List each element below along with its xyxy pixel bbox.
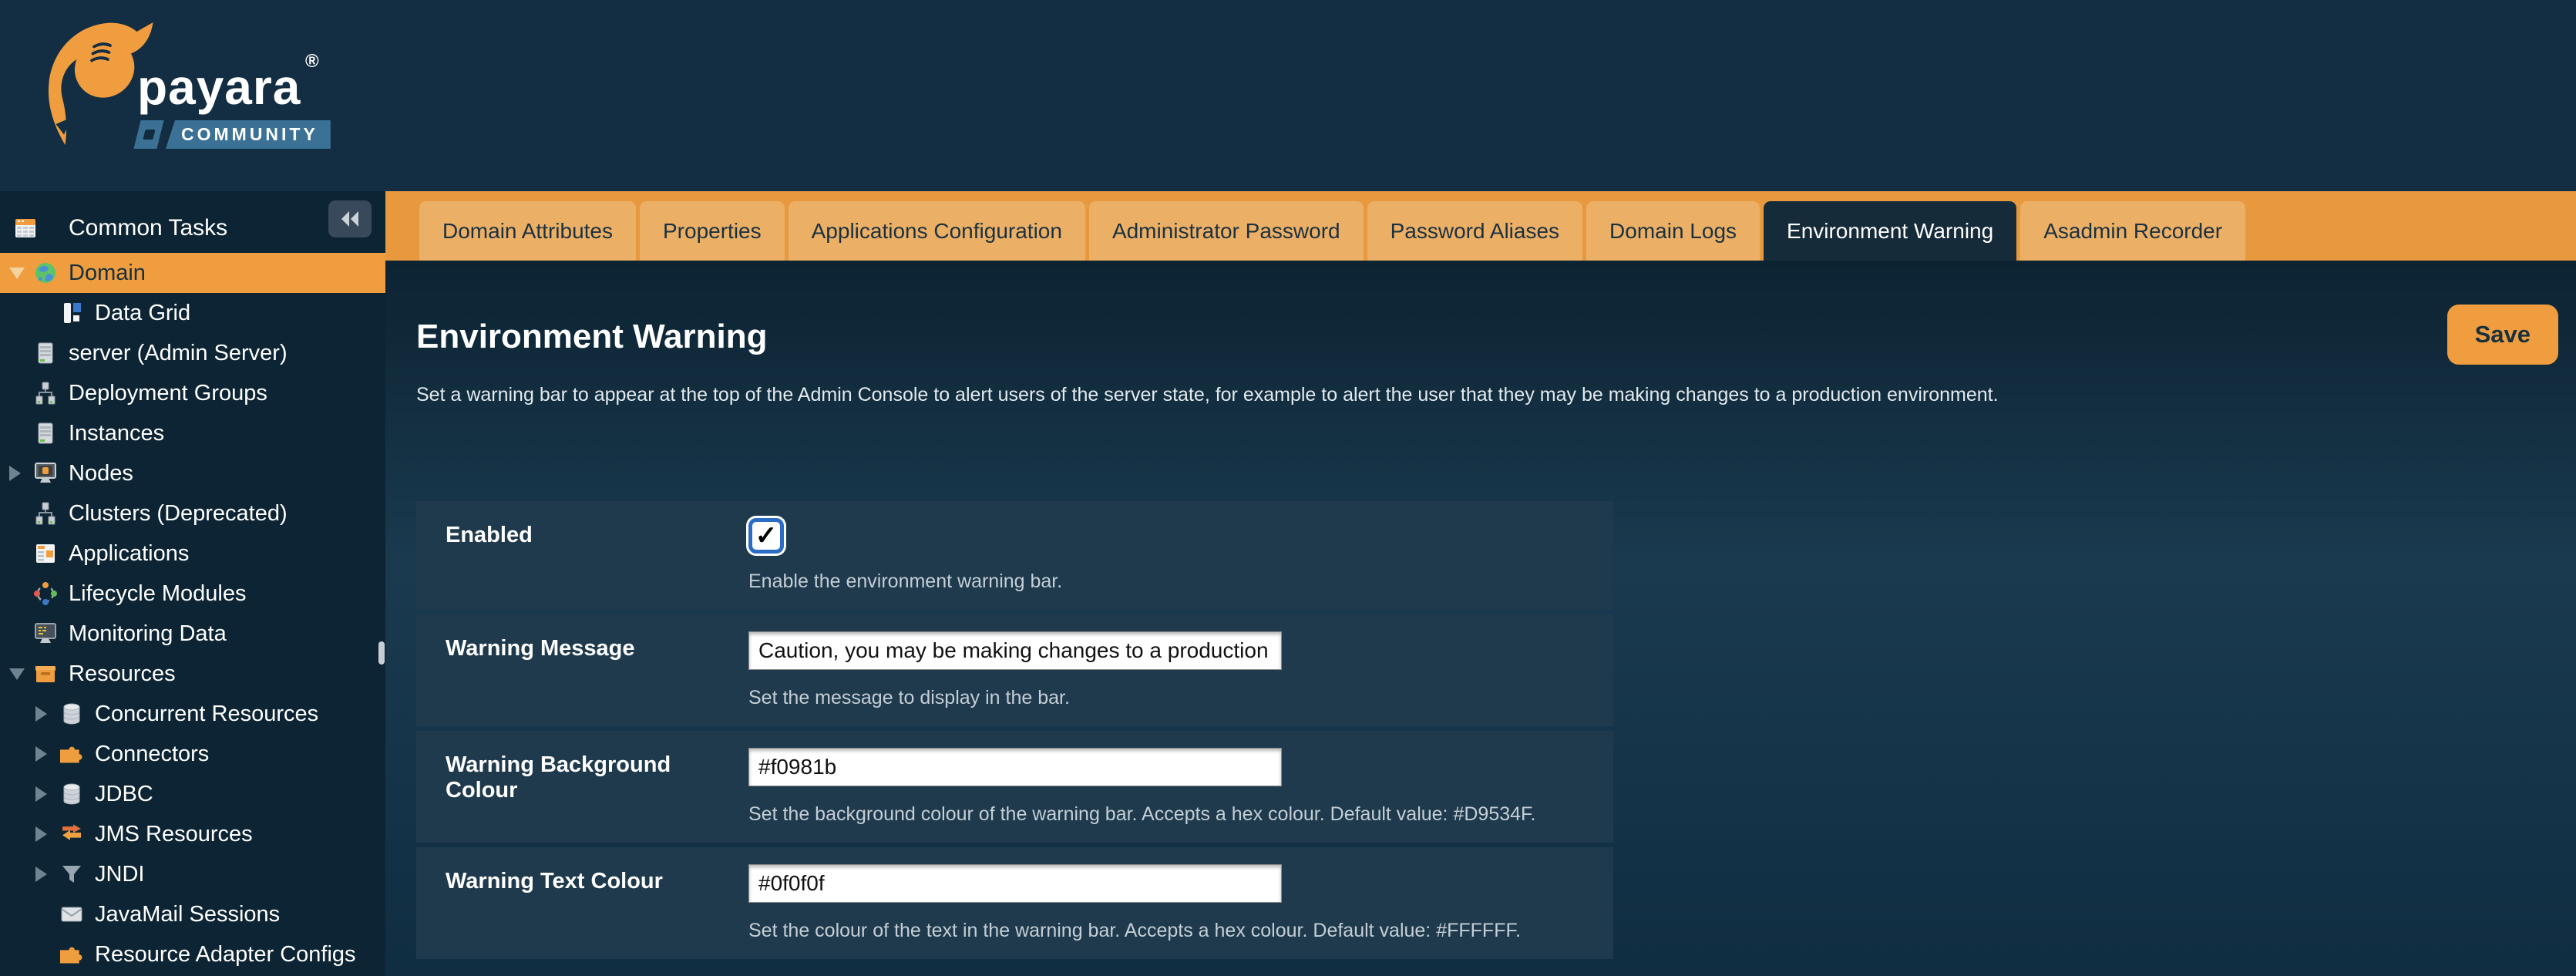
server-icon: [38, 342, 53, 364]
sidebar-item-connectors[interactable]: Connectors: [0, 734, 385, 774]
cluster-icon: [35, 502, 55, 525]
sidebar-item-deployment-groups[interactable]: Deployment Groups: [0, 373, 385, 413]
database-icon: [63, 783, 80, 805]
sidebar-item-applications[interactable]: Applications: [0, 533, 385, 574]
mail-envelope-icon: [61, 907, 82, 922]
sidebar-item-jdbc[interactable]: JDBC: [0, 774, 385, 814]
database-icon: [63, 703, 80, 725]
warning-background-colour-input[interactable]: [748, 748, 1282, 786]
tab-domain-logs[interactable]: Domain Logs: [1586, 201, 1760, 261]
sidebar-item-resource-adapter-configs[interactable]: Resource Adapter Configs: [0, 934, 385, 974]
payara-logo: payara ® COMMUNITY: [39, 8, 331, 162]
sidebar-item-data-grid[interactable]: Data Grid: [0, 293, 385, 333]
sidebar-item-monitoring-data[interactable]: Monitoring Data: [0, 614, 385, 654]
tab-password-aliases[interactable]: Password Aliases: [1367, 201, 1583, 261]
sidebar-item-nodes[interactable]: Nodes: [0, 453, 385, 493]
sidebar-header-label: Common Tasks: [69, 215, 228, 241]
form-row-warning-background-colour: Warning Background Colour Set the backgr…: [416, 731, 1613, 843]
enabled-checkbox[interactable]: ✓: [748, 518, 784, 554]
sidebar-item-common-tasks[interactable]: Common Tasks: [0, 207, 385, 250]
warning-background-colour-label: Warning Background Colour: [446, 752, 671, 803]
tab-domain-attributes[interactable]: Domain Attributes: [419, 201, 636, 261]
navigation-tree: Domain Data Grid server (Admin Server) D…: [0, 253, 385, 974]
expander-right-icon[interactable]: [35, 706, 57, 722]
expander-right-icon[interactable]: [35, 826, 57, 842]
sidebar-collapse-button[interactable]: [328, 200, 372, 237]
save-button[interactable]: Save: [2447, 305, 2558, 365]
applications-icon: [36, 544, 55, 563]
domain-tab-bar: Domain Attributes Properties Application…: [385, 191, 2576, 261]
page-description: Set a warning bar to appear at the top o…: [416, 384, 1999, 406]
enabled-help-text: Enable the environment warning bar.: [748, 570, 1063, 592]
page-title: Environment Warning: [416, 318, 768, 355]
globe-icon: [35, 263, 55, 283]
lifecycle-icon: [34, 582, 57, 605]
sidebar-item-concurrent-resources[interactable]: Concurrent Resources: [0, 694, 385, 734]
environment-warning-form: Enabled ✓ Enable the environment warning…: [416, 501, 1613, 964]
connector-puzzle-icon: [60, 746, 82, 763]
navigation-sidebar: Common Tasks Domain Data Grid server (Ad…: [0, 191, 385, 976]
filter-funnel-icon: [62, 866, 81, 883]
tab-asadmin-recorder[interactable]: Asadmin Recorder: [2020, 201, 2246, 261]
expander-right-icon[interactable]: [35, 746, 57, 762]
warning-text-colour-help-text: Set the colour of the text in the warnin…: [748, 920, 1521, 941]
sidebar-item-domain[interactable]: Domain: [0, 253, 385, 293]
data-grid-icon: [64, 303, 81, 323]
expander-right-icon[interactable]: [9, 466, 31, 481]
sidebar-item-clusters-deprecated[interactable]: Clusters (Deprecated): [0, 493, 385, 533]
double-chevron-left-icon: [341, 211, 358, 227]
warning-message-help-text: Set the message to display in the bar.: [748, 687, 1070, 708]
sidebar-item-javamail-sessions[interactable]: JavaMail Sessions: [0, 894, 385, 934]
sidebar-item-instances[interactable]: Instances: [0, 413, 385, 453]
form-row-enabled: Enabled ✓ Enable the environment warning…: [416, 501, 1613, 610]
form-row-warning-text-colour: Warning Text Colour Set the colour of th…: [416, 847, 1613, 959]
warning-message-input[interactable]: [748, 631, 1282, 670]
main-content: Environment Warning Save Set a warning b…: [385, 261, 2576, 976]
badge-tab-decoration: [133, 120, 164, 149]
expander-right-icon[interactable]: [35, 867, 57, 882]
connector-puzzle-icon: [60, 947, 82, 964]
deployment-groups-icon: [35, 382, 55, 405]
sidebar-item-server-admin-server[interactable]: server (Admin Server): [0, 333, 385, 373]
form-row-warning-message: Warning Message Set the message to displ…: [416, 614, 1613, 726]
sidebar-item-jms-resources[interactable]: JMS Resources: [0, 814, 385, 854]
common-tasks-icon: [15, 219, 35, 237]
server-icon: [38, 422, 53, 444]
resources-box-icon: [35, 666, 55, 682]
monitoring-icon: [35, 623, 56, 643]
tab-administrator-password[interactable]: Administrator Password: [1088, 201, 1364, 261]
app-header: payara ® COMMUNITY: [0, 0, 2576, 191]
tab-environment-warning[interactable]: Environment Warning: [1764, 201, 2017, 261]
sidebar-item-lifecycle-modules[interactable]: Lifecycle Modules: [0, 574, 385, 614]
sidebar-item-resources[interactable]: Resources: [0, 654, 385, 694]
warning-background-colour-help-text: Set the background colour of the warning…: [748, 803, 1536, 825]
sidebar-item-jndi[interactable]: JNDI: [0, 854, 385, 894]
community-badge: COMMUNITY: [133, 120, 331, 149]
registered-trademark: ®: [305, 51, 319, 72]
tab-properties[interactable]: Properties: [640, 201, 785, 261]
sidebar-scrollbar-thumb[interactable]: [378, 641, 385, 665]
payara-wordmark: payara: [137, 59, 301, 115]
community-badge-label: COMMUNITY: [166, 120, 331, 149]
node-monitor-icon: [35, 463, 56, 483]
warning-text-colour-input[interactable]: [748, 864, 1282, 903]
checkmark-icon: ✓: [755, 521, 778, 550]
warning-text-colour-label: Warning Text Colour: [446, 869, 663, 894]
expander-down-icon[interactable]: [9, 267, 31, 279]
enabled-label: Enabled: [446, 523, 533, 547]
expander-right-icon[interactable]: [35, 786, 57, 802]
jms-arrows-icon: [62, 824, 81, 840]
warning-message-label: Warning Message: [446, 636, 635, 661]
tab-applications-configuration[interactable]: Applications Configuration: [788, 201, 1085, 261]
expander-down-icon[interactable]: [9, 668, 31, 680]
